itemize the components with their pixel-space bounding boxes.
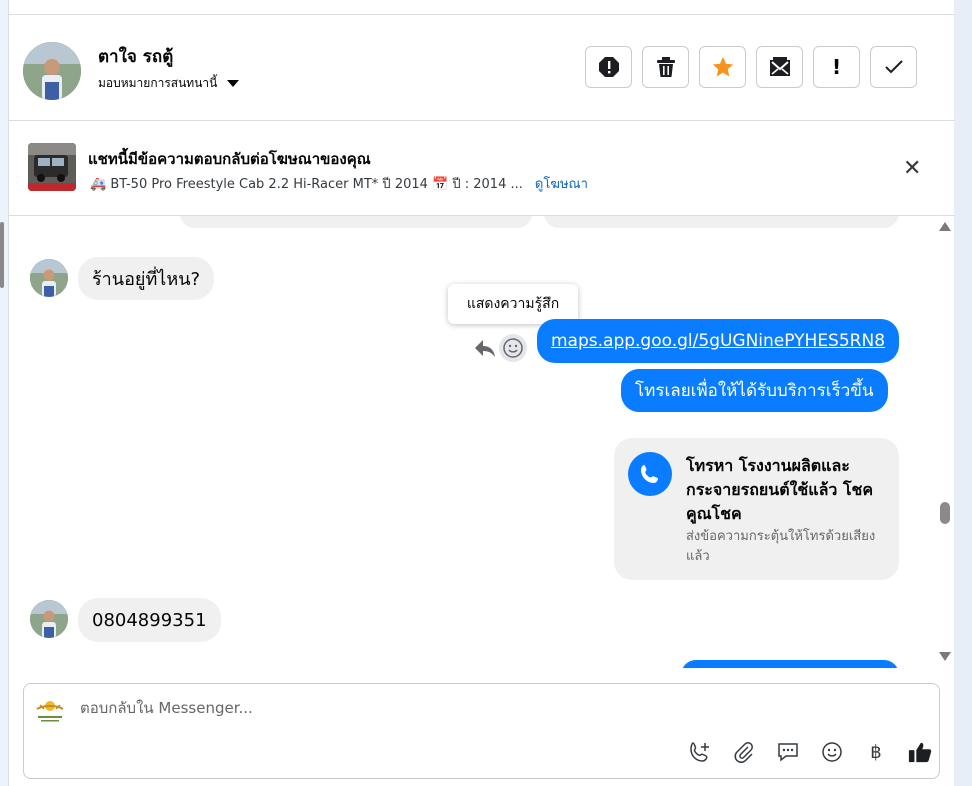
ad-description: 🚑 BT-50 Pro Freestyle Cab 2.2 Hi-Racer M… xyxy=(90,177,523,192)
mark-done-button[interactable] xyxy=(870,46,917,88)
delete-button[interactable] xyxy=(642,46,689,88)
scroll-up-arrow[interactable] xyxy=(939,222,951,231)
conversation-panel: ตาใจ รถตู้ มอบหมายการสนทนานี้ ! แชทนี้มี… xyxy=(8,0,955,786)
emoji-icon[interactable] xyxy=(820,740,844,764)
conversation-header: ตาใจ รถตู้ มอบหมายการสนทนานี้ ! xyxy=(9,15,955,121)
star-button[interactable] xyxy=(699,46,746,88)
message-input[interactable] xyxy=(80,699,680,717)
outgoing-link-message[interactable]: maps.app.goo.gl/5gUGNinePYHES5RN8 xyxy=(537,319,900,363)
assign-conversation-dropdown[interactable]: มอบหมายการสนทนานี้ xyxy=(98,74,240,93)
trash-icon xyxy=(656,57,675,77)
reply-composer: ฿ xyxy=(23,683,940,779)
reply-icon[interactable] xyxy=(473,337,497,359)
saved-reply-icon[interactable] xyxy=(776,740,800,764)
react-button[interactable] xyxy=(499,334,527,362)
exclamation-icon: ! xyxy=(831,55,842,79)
cut-off-bubble xyxy=(544,216,899,228)
ad-reply-banner: แชทนี้มีข้อความตอบกลับต่อโฆษณาของคุณ 🚑 B… xyxy=(9,121,955,216)
contact-avatar-small[interactable] xyxy=(30,259,68,297)
alert-button[interactable] xyxy=(585,46,632,88)
contact-avatar-small[interactable] xyxy=(30,600,68,638)
check-icon xyxy=(884,60,903,74)
mark-unread-icon xyxy=(769,57,790,76)
react-tooltip: แสดงความรู้สึก xyxy=(448,284,578,324)
header-actions: ! xyxy=(585,46,917,88)
outgoing-message[interactable]: โทรเลยเพื่อให้ได้รับบริการเร็วขึ้น xyxy=(621,369,888,412)
scroll-thumb[interactable] xyxy=(940,502,950,524)
message-thread: ร้านอยู่ที่ไหน? แสดงความรู้สึก maps.app.… xyxy=(9,216,955,668)
view-ad-link[interactable]: ดูโฆษณา xyxy=(535,177,588,192)
ad-thumbnail[interactable] xyxy=(28,143,76,191)
left-scroll-handle[interactable] xyxy=(0,222,4,288)
ad-banner-title: แชทนี้มีข้อความตอบกลับต่อโฆษณาของคุณ xyxy=(88,150,371,168)
contact-avatar[interactable] xyxy=(23,42,81,100)
call-card-subtitle: ส่งข้อความกระตุ้นให้โทรด้วยเสียงแล้ว xyxy=(686,529,876,564)
incoming-message[interactable]: ร้านอยู่ที่ไหน? xyxy=(78,257,215,300)
composer-tools: ฿ xyxy=(688,740,932,764)
ad-banner-subtitle: 🚑 BT-50 Pro Freestyle Cab 2.2 Hi-Racer M… xyxy=(90,173,588,194)
star-icon xyxy=(712,57,733,77)
contact-name[interactable]: ตาใจ รถตู้ xyxy=(98,43,173,70)
assign-label: มอบหมายการสนทนานี้ xyxy=(98,76,218,90)
spam-button[interactable]: ! xyxy=(813,46,860,88)
incoming-message[interactable]: 0804899351 xyxy=(78,598,221,642)
mark-unread-button[interactable] xyxy=(756,46,803,88)
background-strip xyxy=(954,0,972,786)
call-card-title: โทรหา โรงงานผลิตและกระจายรถยนต์ใช้แล้ว โ… xyxy=(686,456,874,523)
alert-icon xyxy=(598,57,619,77)
scroll-down-arrow[interactable] xyxy=(939,652,951,661)
page-logo xyxy=(34,697,66,723)
close-banner-button[interactable]: ✕ xyxy=(903,158,921,180)
cut-off-outgoing-bubble xyxy=(681,660,899,668)
caret-down-icon xyxy=(227,80,240,87)
phone-icon xyxy=(628,452,672,496)
thread-scrollbar[interactable] xyxy=(934,216,955,668)
call-request-card[interactable]: โทรหา โรงงานผลิตและกระจายรถยนต์ใช้แล้ว โ… xyxy=(614,438,899,580)
smiley-icon xyxy=(503,338,523,358)
like-icon[interactable] xyxy=(908,740,932,764)
add-call-icon[interactable] xyxy=(688,740,712,764)
attachment-icon[interactable] xyxy=(732,740,756,764)
cut-off-bubble xyxy=(180,216,532,228)
baht-payment-icon[interactable]: ฿ xyxy=(864,740,888,764)
